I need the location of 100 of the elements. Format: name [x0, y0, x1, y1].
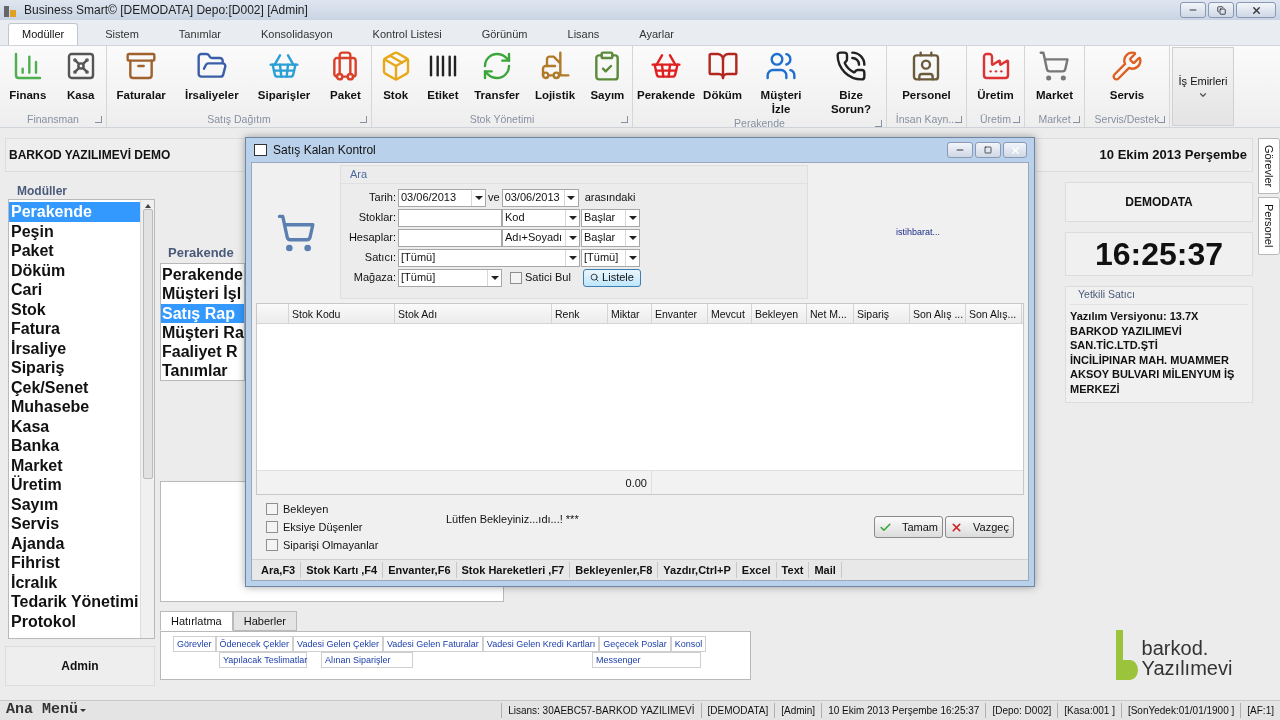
ribbon-button[interactable]: Bize Sorun? [818, 50, 884, 116]
scrollbar[interactable] [140, 200, 154, 638]
column-header[interactable]: Stok Kodu [289, 304, 395, 323]
checkbox[interactable] [266, 539, 278, 551]
module-item[interactable]: Fihrist [9, 553, 141, 573]
checkbox[interactable] [266, 503, 278, 515]
ribbon-button[interactable]: Lojistik [532, 50, 578, 102]
module-item[interactable]: Üretim [9, 475, 141, 495]
module-item[interactable]: Paket [9, 241, 141, 261]
reminder-link[interactable]: Konsol [670, 636, 707, 652]
module-item[interactable]: Market [9, 455, 141, 475]
date-field[interactable]: 03/06/2013 [398, 188, 486, 207]
dropdown[interactable]: Başlar [581, 208, 640, 227]
dropdown[interactable]: [Tümü] [398, 268, 502, 287]
module-item[interactable]: İrsaliye [9, 338, 141, 358]
module-item[interactable]: Peşin [9, 221, 141, 241]
ribbon-button[interactable]: Paket [327, 50, 364, 102]
module-item[interactable]: Muhasebe [9, 397, 141, 417]
ribbon-button[interactable]: Stok [377, 50, 414, 102]
ribbon-button[interactable]: Transfer [472, 50, 522, 102]
column-header[interactable]: Sipariş [854, 304, 910, 323]
checkbox[interactable] [510, 271, 522, 284]
module-item[interactable]: Banka [9, 436, 141, 456]
shortcut-button[interactable]: Envanter,F6 [383, 561, 457, 579]
launcher-icon[interactable] [955, 116, 962, 123]
minimize-button[interactable] [947, 142, 973, 158]
ribbon-button[interactable]: İrsaliyeler [182, 50, 241, 102]
checkbox[interactable] [266, 521, 278, 533]
module-item[interactable]: Cari [9, 280, 141, 300]
column-header[interactable]: Son Alış... [966, 304, 1022, 323]
module-item[interactable]: Protokol [9, 611, 141, 631]
reminder-tab[interactable]: Haberler [232, 611, 297, 631]
column-header[interactable]: Bekleyen [752, 304, 807, 323]
column-header[interactable]: Envanter [652, 304, 708, 323]
launcher-icon[interactable] [1158, 116, 1165, 123]
report-item[interactable]: Tanımlar [161, 361, 244, 380]
side-tab[interactable]: Görevler [1258, 138, 1280, 195]
list-button[interactable]: Listele [583, 268, 641, 287]
ribbon-button[interactable]: Market [1033, 50, 1076, 102]
module-item[interactable]: Ajanda [9, 533, 141, 553]
module-item[interactable]: Tedarik Yönetimi [9, 592, 141, 612]
reminder-link[interactable]: Yapılacak Teslimatlar [219, 652, 307, 668]
launcher-icon[interactable] [360, 116, 367, 123]
text-field[interactable] [398, 208, 502, 227]
dropdown[interactable]: [Tümü] [398, 248, 580, 267]
ribbon-button[interactable]: Faturalar [114, 50, 168, 102]
launcher-icon[interactable] [95, 116, 102, 123]
shortcut-button[interactable]: Stok Kartı ,F4 [301, 561, 384, 579]
reminder-link[interactable]: Vadesi Gelen Çekler [293, 636, 383, 652]
module-item[interactable]: Kasa [9, 416, 141, 436]
module-item[interactable]: Çek/Senet [9, 377, 141, 397]
launcher-icon[interactable] [875, 120, 882, 127]
launcher-icon[interactable] [1073, 116, 1080, 123]
intel-link[interactable]: istihbarat... [896, 226, 940, 240]
module-item[interactable]: Sipariş [9, 358, 141, 378]
column-header[interactable]: Mevcut [708, 304, 752, 323]
menu-tab[interactable]: Görünüm [468, 23, 541, 45]
launcher-icon[interactable] [1013, 116, 1020, 123]
report-item[interactable]: Faaliyet R [161, 342, 244, 362]
minimize-button[interactable] [1180, 2, 1206, 18]
shortcut-button[interactable]: Text [776, 561, 810, 579]
reminder-link[interactable]: Alınan Siparişler [321, 652, 413, 668]
ribbon-button[interactable]: Finans [7, 50, 49, 102]
main-menu-button[interactable]: Ana Menü [0, 699, 86, 720]
reminder-link[interactable]: Messenger [592, 652, 701, 668]
column-header[interactable]: Renk [552, 304, 608, 323]
column-header[interactable]: Son Alış ... [910, 304, 966, 323]
shortcut-button[interactable]: Mail [809, 561, 842, 579]
menu-tab[interactable]: Kontrol Listesi [359, 23, 455, 45]
ribbon-button[interactable]: Döküm [701, 50, 745, 102]
date-field[interactable]: 03/06/2013 [501, 188, 579, 207]
column-header[interactable]: Net M... [807, 304, 854, 323]
column-header[interactable]: Miktar [608, 304, 652, 323]
report-item[interactable]: Perakende [161, 265, 244, 285]
ribbon-button[interactable]: Perakende [634, 50, 698, 102]
close-button[interactable] [1236, 2, 1276, 18]
ribbon-button[interactable]: Müşteri İzle [748, 50, 815, 116]
ribbon-button[interactable]: Etiket [424, 50, 461, 102]
module-item[interactable]: İcralık [9, 572, 141, 592]
report-item[interactable]: Müşteri Ra [161, 322, 244, 343]
side-tab[interactable]: Personel [1258, 197, 1280, 255]
menu-tab[interactable]: Modüller [8, 23, 79, 45]
shortcut-button[interactable]: Stok Hareketleri ,F7 [456, 561, 571, 579]
menu-tab[interactable]: Konsolidasyon [248, 23, 346, 45]
reminder-link[interactable]: Geçecek Poslar [599, 636, 671, 652]
menu-tab[interactable]: Tanımlar [165, 23, 234, 45]
reminder-link[interactable]: Görevler [173, 636, 216, 652]
reminder-link[interactable]: Ödenecek Çekler [215, 636, 294, 652]
reminder-link[interactable]: Vadesi Gelen Faturalar [382, 636, 483, 652]
report-item[interactable]: Müşteri İşl [161, 284, 244, 304]
ribbon-button[interactable]: Personel [900, 50, 953, 102]
menu-tab[interactable]: Lisans [554, 23, 613, 45]
work-orders-button[interactable]: İş Emirleri [1172, 47, 1234, 126]
launcher-icon[interactable] [621, 116, 628, 123]
dropdown[interactable]: Başlar [581, 228, 640, 247]
dropdown[interactable]: [Tümü] [581, 248, 640, 267]
dropdown[interactable]: Adı+Soyadı [502, 228, 580, 247]
ribbon-button[interactable]: Sayım [588, 50, 627, 102]
ok-button[interactable]: Tamam [874, 516, 943, 538]
menu-tab[interactable]: Sistem [92, 23, 152, 45]
